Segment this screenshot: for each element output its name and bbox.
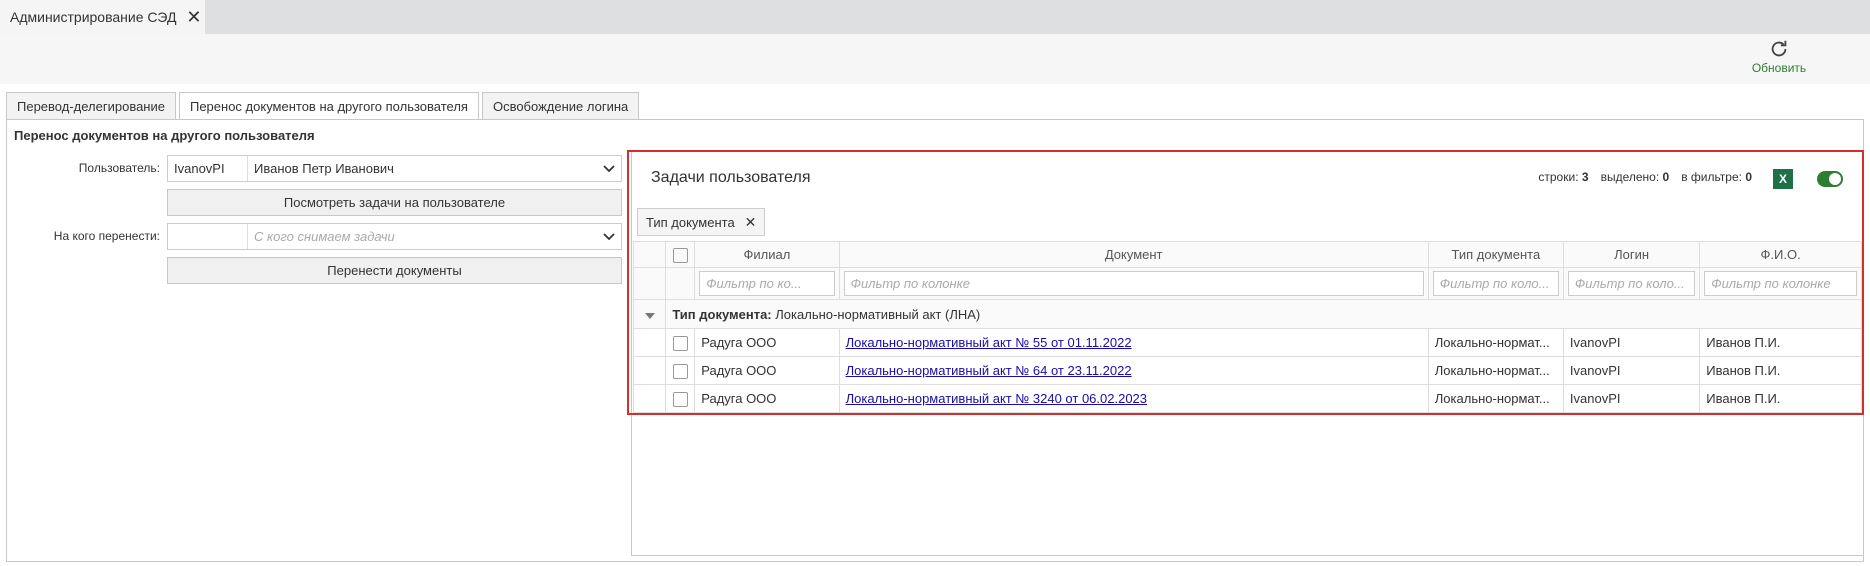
select-all-cell <box>665 241 696 268</box>
cell-branch: Радуга ООО <box>694 384 840 413</box>
table-header-row: Филиал Документ Тип документа Логин Ф.И.… <box>632 241 1862 268</box>
view-tasks-button[interactable]: Посмотреть задачи на пользователе <box>167 189 622 216</box>
filter-cell <box>1699 267 1862 300</box>
row-spacer <box>632 384 667 413</box>
tasks-table: Филиал Документ Тип документа Логин Ф.И.… <box>632 241 1862 413</box>
cell-fio: Иванов П.И. <box>1699 384 1862 413</box>
document-tab[interactable]: Администрирование СЭД ✕ <box>0 0 205 34</box>
group-value: Локально-нормативный акт (ЛНА) <box>775 306 981 322</box>
filter-spacer <box>632 267 667 300</box>
cell-login: IvanovPI <box>1562 328 1701 357</box>
cell-login: IvanovPI <box>1562 356 1701 385</box>
expand-column-header <box>632 241 667 268</box>
grid-stats: строки: 3 выделено: 0 в фильтре: 0 <box>1538 170 1752 184</box>
filter-cell <box>1427 267 1564 300</box>
tab-strip: Перевод-делегирование Перенос документов… <box>6 92 642 120</box>
remove-group-icon[interactable]: ✕ <box>745 214 757 231</box>
chevron-down-icon[interactable] <box>597 164 621 173</box>
cell-login: IvanovPI <box>1562 384 1701 413</box>
tab-delegation[interactable]: Перевод-делегирование <box>6 92 176 119</box>
cell-fio: Иванов П.И. <box>1699 328 1862 357</box>
row-spacer <box>632 328 667 357</box>
cell-doc-type: Локально-нормат... <box>1427 328 1564 357</box>
cell-doc-type: Локально-нормат... <box>1427 384 1564 413</box>
cell-document: Локально-нормативный акт № 64 от 23.11.2… <box>838 356 1429 385</box>
group-by-chip[interactable]: Тип документа ✕ <box>637 208 766 236</box>
form-title: Перенос документов на другого пользовате… <box>14 128 315 143</box>
group-toggle-cell[interactable] <box>632 299 667 329</box>
target-label: На кого перенести: <box>53 229 160 243</box>
cell-branch: Радуга ООО <box>694 356 840 385</box>
filter-input-login[interactable] <box>1567 271 1696 296</box>
row-select-cell <box>665 356 696 385</box>
column-header-branch[interactable]: Филиал <box>694 241 840 268</box>
document-link[interactable]: Локально-нормативный акт № 64 от 23.11.2… <box>846 363 1132 378</box>
filter-spacer <box>665 267 696 300</box>
filter-input-document[interactable] <box>843 271 1424 296</box>
transfer-documents-button[interactable]: Перенести документы <box>167 257 622 284</box>
excel-export-icon[interactable]: X <box>1773 169 1793 189</box>
group-row[interactable]: Тип документа: Локально-нормативный акт … <box>632 299 1862 329</box>
table-row[interactable]: Радуга ООО Локально-нормативный акт № 32… <box>632 384 1862 413</box>
selected-stat: выделено: 0 <box>1600 170 1670 184</box>
close-icon[interactable]: ✕ <box>186 7 201 28</box>
filter-cell <box>838 267 1429 300</box>
tab-transfer-documents[interactable]: Перенос документов на другого пользовате… <box>178 92 479 120</box>
table-row[interactable]: Радуга ООО Локально-нормативный акт № 55… <box>632 328 1862 357</box>
filter-stat: в фильтре: 0 <box>1681 170 1752 184</box>
filter-input-branch[interactable] <box>699 271 835 296</box>
filter-input-fio[interactable] <box>1704 271 1857 296</box>
cell-doc-type: Локально-нормат... <box>1427 356 1564 385</box>
document-link[interactable]: Локально-нормативный акт № 55 от 01.11.2… <box>846 335 1132 350</box>
column-header-fio[interactable]: Ф.И.О. <box>1699 241 1862 268</box>
row-checkbox[interactable] <box>672 391 688 407</box>
tab-release-login[interactable]: Освобождение логина <box>481 92 640 119</box>
select-all-checkbox[interactable] <box>672 247 688 263</box>
caret-down-icon[interactable] <box>644 312 655 319</box>
group-label: Тип документа: <box>672 306 772 322</box>
row-spacer <box>632 356 667 385</box>
refresh-button[interactable]: Обновить <box>1744 38 1814 75</box>
rows-stat: строки: 3 <box>1538 170 1589 184</box>
cell-document: Локально-нормативный акт № 55 от 01.11.2… <box>838 328 1429 357</box>
table-row[interactable]: Радуга ООО Локально-нормативный акт № 64… <box>632 356 1862 385</box>
row-select-cell <box>665 384 696 413</box>
filter-input-doc-type[interactable] <box>1432 271 1559 296</box>
toolbar <box>0 34 1870 84</box>
toggle-knob <box>1829 173 1841 185</box>
user-label: Пользователь: <box>78 161 160 175</box>
refresh-icon <box>1771 40 1787 57</box>
grid-title: Задачи пользователя <box>651 169 811 186</box>
document-tab-bar: Администрирование СЭД ✕ <box>0 0 1870 34</box>
row-select-cell <box>665 328 696 357</box>
column-header-document[interactable]: Документ <box>838 241 1429 268</box>
cell-branch: Радуга ООО <box>694 328 840 357</box>
document-link[interactable]: Локально-нормативный акт № 3240 от 06.02… <box>846 391 1147 406</box>
view-toggle[interactable] <box>1817 171 1843 187</box>
chevron-down-icon[interactable] <box>597 232 621 241</box>
cell-fio: Иванов П.И. <box>1699 356 1862 385</box>
user-combo[interactable]: IvanovPI Иванов Петр Иванович <box>167 155 622 182</box>
row-checkbox[interactable] <box>672 363 688 379</box>
target-placeholder: С кого снимаем задачи <box>254 229 395 244</box>
target-code-field[interactable] <box>168 224 248 249</box>
filter-cell <box>694 267 840 300</box>
filter-cell <box>1562 267 1701 300</box>
cell-document: Локально-нормативный акт № 3240 от 06.02… <box>838 384 1429 413</box>
user-name-field[interactable]: Иванов Петр Иванович <box>248 161 597 176</box>
target-combo[interactable]: С кого снимаем задачи <box>167 223 622 250</box>
filter-row <box>632 267 1862 300</box>
column-header-login[interactable]: Логин <box>1562 241 1701 268</box>
refresh-label: Обновить <box>1751 61 1807 75</box>
document-tab-title: Администрирование СЭД <box>10 9 177 25</box>
group-cell: Тип документа: Локально-нормативный акт … <box>665 299 1862 329</box>
target-name-field[interactable]: С кого снимаем задачи <box>248 229 597 244</box>
user-code-field[interactable]: IvanovPI <box>168 156 248 181</box>
group-by-chip-label: Тип документа <box>646 214 735 230</box>
row-checkbox[interactable] <box>672 335 688 351</box>
column-header-doc-type[interactable]: Тип документа <box>1427 241 1564 268</box>
